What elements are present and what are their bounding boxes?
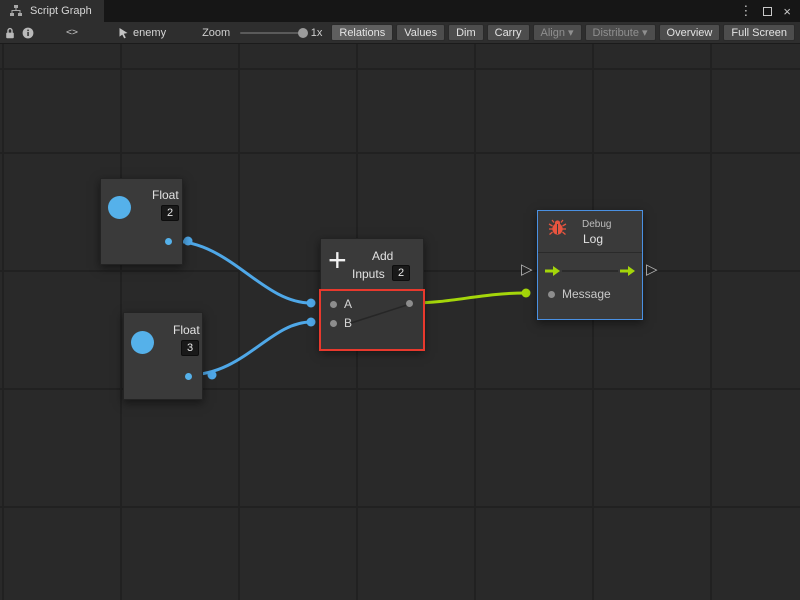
wire-endpoint-dot [307, 299, 316, 308]
graph-name-label: enemy [133, 27, 166, 39]
zoom-slider-handle[interactable] [298, 28, 308, 38]
float-value-field[interactable]: 3 [181, 340, 199, 356]
values-button[interactable]: Values [396, 24, 445, 41]
pointer-icon [118, 27, 129, 39]
unity-window: Script Graph ⋮ × <> enem [0, 0, 800, 600]
message-input-port[interactable] [548, 291, 555, 298]
input-port-a[interactable] [330, 301, 337, 308]
node-title: Add [372, 249, 393, 263]
node-category: Debug [582, 219, 611, 230]
wire-endpoint-dot [208, 371, 217, 380]
float-node-2[interactable]: Float 3 [123, 312, 203, 400]
float-value-port[interactable] [131, 331, 154, 354]
graph-canvas[interactable]: Float 2 Float 3 + Add Inputs 2 A [0, 44, 800, 600]
graph-toolbar: <> enemy Zoom 1x Relations Values Dim Ca… [0, 22, 800, 44]
flow-input-port[interactable] [544, 265, 561, 280]
add-output-port[interactable] [406, 300, 413, 307]
toolbar-buttons: Relations Values Dim Carry Align▾ Distri… [328, 24, 798, 41]
flow-exit-triangle-icon[interactable]: ▷ [646, 262, 658, 277]
tab-bar: Script Graph ⋮ × [0, 0, 800, 22]
float-value-port[interactable] [108, 196, 131, 219]
graph-tab-icon [8, 3, 24, 19]
graph-selector[interactable]: enemy [118, 27, 166, 39]
menu-icon[interactable]: ⋮ [739, 3, 752, 19]
port-label: B [344, 316, 352, 330]
info-icon[interactable] [22, 25, 34, 41]
bug-icon [547, 217, 567, 237]
port-label: Message [562, 287, 611, 301]
wire-endpoint-dot [522, 289, 531, 298]
carry-button[interactable]: Carry [487, 24, 530, 41]
add-node[interactable]: + Add Inputs 2 A B [320, 238, 424, 350]
tab-title: Script Graph [30, 5, 92, 17]
float-value-field[interactable]: 2 [161, 205, 179, 221]
zoom-value: 1x [311, 27, 323, 39]
float-output-port[interactable] [165, 238, 172, 245]
zoom-label: Zoom [202, 27, 230, 39]
code-icon[interactable]: <> [66, 27, 78, 38]
dim-button[interactable]: Dim [448, 24, 484, 41]
input-port-b[interactable] [330, 320, 337, 327]
port-row-a[interactable]: A [330, 296, 352, 312]
close-icon[interactable]: × [783, 4, 791, 19]
debug-log-node[interactable]: Debug Log Message [537, 210, 643, 320]
inputs-label: Inputs [352, 267, 385, 281]
tab-script-graph[interactable]: Script Graph [0, 0, 104, 22]
wire-float1-to-add-a [172, 241, 311, 303]
wire-float2-to-add-b [188, 322, 311, 375]
wire-endpoint-dot [307, 318, 316, 327]
port-label: A [344, 297, 352, 311]
node-title: Float [173, 323, 200, 337]
float-output-port[interactable] [185, 373, 192, 380]
node-title: Log [583, 232, 603, 246]
fullscreen-button[interactable]: Full Screen [723, 24, 795, 41]
flow-entry-triangle-icon[interactable]: ▷ [521, 262, 533, 277]
zoom-slider[interactable] [240, 32, 303, 34]
port-row-b[interactable]: B [330, 315, 352, 331]
chevron-down-icon: ▾ [642, 26, 648, 39]
relations-button[interactable]: Relations [331, 24, 393, 41]
wire-endpoint-dot [184, 237, 193, 246]
lock-icon[interactable] [4, 25, 16, 41]
inputs-count-field[interactable]: 2 [392, 265, 410, 281]
chevron-down-icon: ▾ [568, 26, 574, 39]
overview-button[interactable]: Overview [659, 24, 721, 41]
add-ports-section-selected[interactable]: A B [319, 289, 425, 351]
node-title: Float [152, 188, 179, 202]
align-button[interactable]: Align▾ [533, 24, 582, 41]
window-controls: ⋮ × [739, 0, 800, 22]
maximize-icon[interactable] [763, 7, 772, 16]
flow-output-port[interactable] [619, 265, 636, 280]
wire-add-to-log-message [412, 293, 526, 303]
add-icon: + [328, 242, 347, 278]
distribute-button[interactable]: Distribute▾ [585, 24, 656, 41]
float-node-1[interactable]: Float 2 [100, 178, 183, 265]
message-port-row[interactable]: Message [548, 286, 611, 302]
node-divider [538, 252, 642, 253]
